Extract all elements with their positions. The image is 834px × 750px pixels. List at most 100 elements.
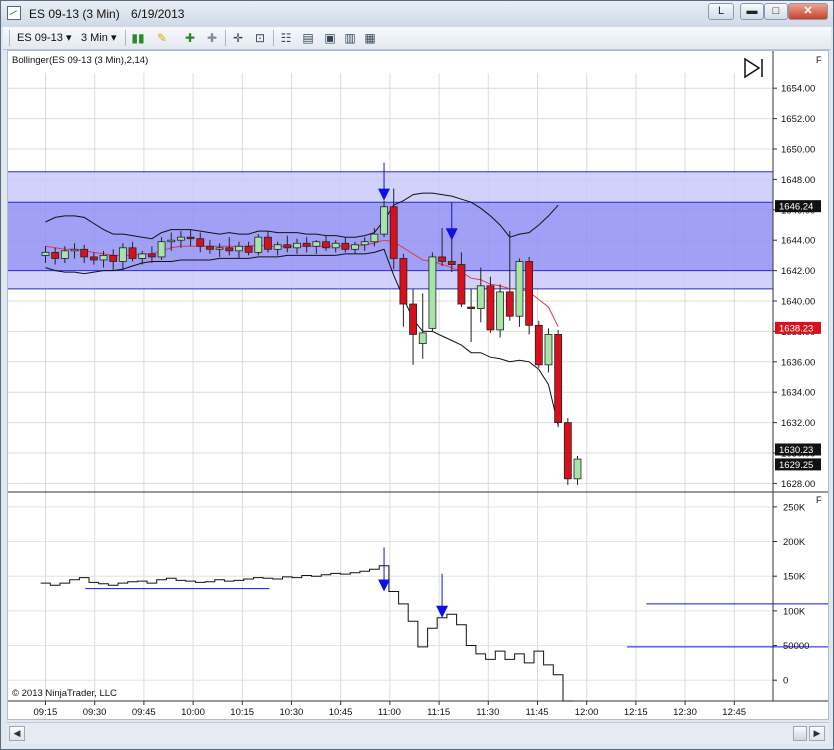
volume-tick-label: 200K (783, 537, 806, 548)
candle-up (360, 241, 369, 246)
chart-area[interactable]: 1654.001652.001650.001648.001646.001644.… (7, 50, 834, 720)
candle-up (312, 241, 321, 247)
candle-down (486, 285, 495, 331)
title-bar[interactable]: ES 09-13 (3 Min) 6/19/2013 L ▬ □ ✕ (1, 1, 833, 27)
y-tick-label: 1632.00 (781, 418, 815, 429)
chevron-down-icon: ▾ (110, 32, 117, 44)
link-button[interactable]: L (708, 3, 734, 20)
volume-tick-label: 250K (783, 502, 806, 513)
volume-f-marker: F (816, 495, 822, 505)
candle-down (438, 256, 446, 262)
candle-down (283, 244, 292, 249)
title-date: 6/19/2013 (131, 7, 185, 21)
indicator-label: Bollinger(ES 09-13 (3 Min),2,14) (12, 55, 148, 66)
y-tick-label: 1650.00 (781, 145, 815, 156)
y-tick-label: 1636.00 (781, 357, 815, 368)
candle-up (235, 245, 243, 252)
candle-down (186, 236, 195, 240)
price-marker-label: 1629.25 (779, 460, 813, 471)
candle-up (515, 261, 524, 317)
candle-up (215, 247, 224, 250)
scroll-thumb[interactable] (793, 726, 807, 741)
x-tick-label: 09:15 (34, 707, 58, 718)
image-icon[interactable]: ▣ (323, 31, 337, 45)
maximize-button[interactable]: □ (764, 3, 788, 20)
candle-down (80, 248, 89, 258)
toolbar-separator (273, 30, 274, 46)
candle-up (70, 248, 79, 252)
print-icon[interactable]: ▥ (343, 31, 357, 45)
x-tick-label: 11:30 (476, 707, 499, 718)
bar-type-icon[interactable]: ▮▮ (131, 31, 145, 45)
template-icon[interactable]: ▦ (363, 31, 377, 45)
strategy-icon[interactable]: ✚ (205, 31, 219, 45)
minimize-button[interactable]: ▬ (740, 3, 764, 20)
candle-up (496, 291, 505, 331)
candle-down (457, 264, 466, 305)
price-volume-chart[interactable]: 1654.001652.001650.001648.001646.001644.… (8, 51, 834, 719)
candle-up (60, 250, 69, 259)
pencil-icon[interactable]: ✎ (155, 31, 169, 45)
x-tick-label: 11:45 (526, 707, 549, 718)
scroll-left-button[interactable]: ◀ (9, 726, 25, 741)
instrument-label: ES 09-13 (17, 32, 63, 44)
candle-down (128, 247, 137, 259)
chart-window: ES 09-13 (3 Min) 6/19/2013 L ▬ □ ✕ ES 09… (0, 0, 834, 750)
x-tick-label: 09:30 (83, 707, 107, 718)
x-tick-label: 09:45 (132, 707, 156, 718)
candle-up (573, 458, 582, 480)
volume-tick-label: 0 (783, 676, 788, 687)
candle-up (331, 242, 340, 249)
close-button[interactable]: ✕ (788, 3, 828, 20)
candle-down (51, 251, 60, 259)
candle-down (525, 261, 534, 326)
candle-up (428, 256, 437, 329)
candle-down (534, 324, 543, 366)
sr-zone (8, 171, 773, 203)
candle-up (476, 285, 485, 310)
y-tick-label: 1654.00 (781, 84, 815, 95)
y-tick-label: 1634.00 (781, 388, 815, 399)
horizontal-scrollbar[interactable]: ◀ ▶ (7, 722, 829, 744)
x-tick-label: 12:30 (673, 707, 697, 718)
x-tick-label: 10:00 (181, 707, 205, 718)
candle-up (351, 244, 359, 250)
candle-up (370, 233, 379, 243)
candle-down (225, 247, 234, 252)
candle-down (206, 245, 214, 250)
y-tick-label: 1642.00 (781, 266, 815, 277)
scroll-right-button[interactable]: ▶ (809, 726, 825, 741)
chart-toolbar: ES 09-13 ▾ 3 Min ▾ ▮▮ ✎ ✚ ✚ ✛ ⊡ ☷ ▤ ▣ ▥ … (3, 27, 831, 50)
candle-up (167, 239, 176, 243)
data-box-icon[interactable]: ▤ (301, 31, 315, 45)
interval-label: 3 Min (81, 32, 108, 44)
candle-down (409, 303, 417, 335)
candle-down (109, 254, 118, 262)
candle-up (157, 241, 166, 258)
candle-down (341, 242, 350, 250)
x-tick-label: 12:15 (624, 707, 648, 718)
candle-up (41, 251, 50, 256)
y-tick-label: 1628.00 (781, 479, 815, 490)
candle-up (254, 236, 263, 253)
instrument-selector[interactable]: ES 09-13 ▾ (17, 31, 71, 44)
interval-selector[interactable]: 3 Min ▾ (81, 31, 117, 44)
x-tick-label: 11:00 (378, 707, 401, 718)
candle-up (293, 242, 301, 249)
candle-up (418, 332, 427, 344)
window-title: ES 09-13 (3 Min) 6/19/2013 (29, 7, 192, 21)
toolbar-separator (125, 30, 126, 46)
y-tick-label: 1640.00 (781, 297, 815, 308)
candle-down (196, 238, 205, 247)
indicator-icon[interactable]: ✚ (183, 31, 197, 45)
toolbar-separator (225, 30, 226, 46)
volume-tick-label: 50000 (783, 641, 809, 652)
zoom-icon[interactable]: ⊡ (253, 31, 267, 45)
candle-up (380, 206, 388, 235)
properties-icon[interactable]: ☷ (279, 31, 293, 45)
x-tick-label: 11:15 (427, 707, 450, 718)
crosshair-icon[interactable]: ✛ (231, 31, 245, 45)
candle-down (554, 334, 563, 424)
price-marker-label: 1646.24 (779, 202, 813, 213)
candle-down (467, 306, 476, 309)
